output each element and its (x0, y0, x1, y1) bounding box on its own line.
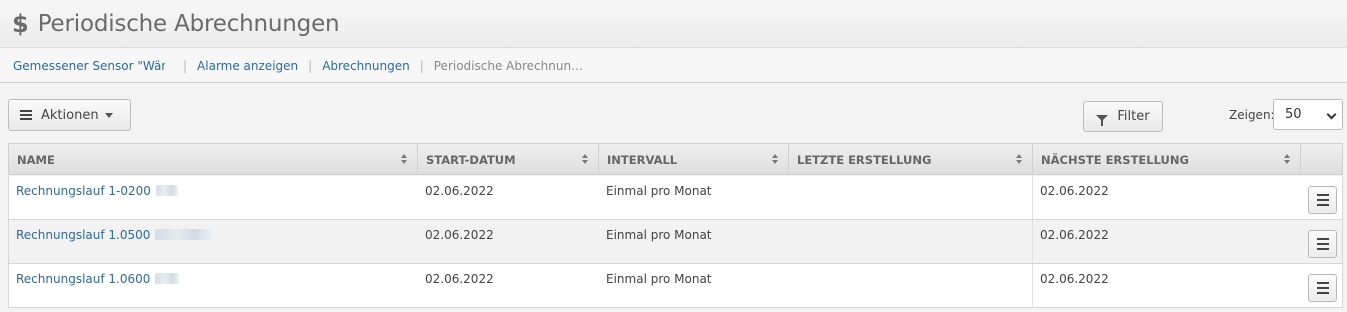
dollar-icon: $ (12, 9, 29, 38)
row-name-link[interactable]: Rechnungslauf 1.0500 (16, 228, 212, 242)
menu-icon (20, 110, 32, 120)
column-header-start[interactable]: START-DATUM (418, 144, 599, 175)
actions-label: Aktionen (41, 107, 99, 123)
breadcrumb-item-sensor[interactable]: Gemessener Sensor "Wär… (13, 59, 165, 73)
table-row: Rechnungslauf 1-0200 02.06.2022 Einmal p… (8, 176, 1343, 220)
row-interval: Einmal pro Monat (606, 184, 712, 198)
row-start-date: 02.06.2022 (425, 228, 494, 242)
table-header: NAME START-DATUM INTERVALL LETZTE ERSTEL… (8, 143, 1343, 175)
filter-button[interactable]: Filter (1083, 101, 1163, 132)
redacted-text (155, 185, 178, 196)
column-header-name[interactable]: NAME (9, 144, 418, 175)
filter-label: Filter (1117, 109, 1150, 124)
redacted-text (155, 273, 180, 284)
row-interval: Einmal pro Monat (606, 272, 712, 286)
column-label: NAME (17, 152, 55, 167)
redacted-text (155, 229, 212, 240)
row-name-link[interactable]: Rechnungslauf 1.0600 (16, 272, 180, 286)
row-start-date: 02.06.2022 (425, 272, 494, 286)
sort-icon (401, 154, 408, 165)
breadcrumb-separator: | (419, 58, 424, 73)
column-label: LETZTE ERSTELLUNG (797, 152, 932, 167)
breadcrumb-item-alarms[interactable]: Alarme anzeigen (197, 59, 298, 73)
row-menu-button[interactable] (1308, 274, 1337, 302)
table-row: Rechnungslauf 1.0600 02.06.2022 Einmal p… (8, 264, 1343, 308)
chevron-down-icon (1326, 109, 1337, 120)
breadcrumb-separator: | (308, 58, 313, 73)
row-menu-button[interactable] (1308, 230, 1337, 258)
sort-icon (1016, 154, 1023, 165)
breadcrumb: Gemessener Sensor "Wär… | Alarme anzeige… (0, 49, 1347, 83)
breadcrumb-current: Periodische Abrechnun… (433, 58, 584, 73)
column-label: START-DATUM (426, 152, 516, 167)
page-size-label: Zeigen: (1229, 108, 1275, 122)
page-header: $ Periodische Abrechnungen (0, 0, 1347, 48)
caret-down-icon (104, 112, 113, 118)
column-header-next[interactable]: NÄCHSTE ERSTELLUNG (1033, 144, 1301, 175)
column-label: NÄCHSTE ERSTELLUNG (1041, 152, 1189, 167)
table-row: Rechnungslauf 1.0500 02.06.2022 Einmal p… (8, 220, 1343, 264)
actions-button[interactable]: Aktionen (8, 99, 131, 131)
sort-icon (582, 154, 589, 165)
row-next-created: 02.06.2022 (1040, 184, 1109, 198)
column-header-interval[interactable]: INTERVALL (599, 144, 789, 175)
page-size-value: 50 (1285, 107, 1302, 122)
page-size-select[interactable]: 50 (1273, 99, 1343, 130)
breadcrumb-item-billing[interactable]: Abrechnungen (322, 59, 410, 73)
sort-icon (772, 154, 779, 165)
column-header-last[interactable]: LETZTE ERSTELLUNG (789, 144, 1033, 175)
page-title: Periodische Abrechnungen (37, 10, 340, 37)
row-interval: Einmal pro Monat (606, 228, 712, 242)
filter-icon (1096, 114, 1109, 126)
breadcrumb-separator: | (183, 58, 188, 73)
row-menu-button[interactable] (1308, 186, 1337, 214)
row-next-created: 02.06.2022 (1040, 272, 1109, 286)
row-name-link[interactable]: Rechnungslauf 1-0200 (16, 184, 178, 198)
column-header-actions (1301, 144, 1343, 175)
column-label: INTERVALL (607, 152, 678, 167)
row-start-date: 02.06.2022 (425, 184, 494, 198)
row-next-created: 02.06.2022 (1040, 228, 1109, 242)
sort-icon (1284, 154, 1291, 165)
